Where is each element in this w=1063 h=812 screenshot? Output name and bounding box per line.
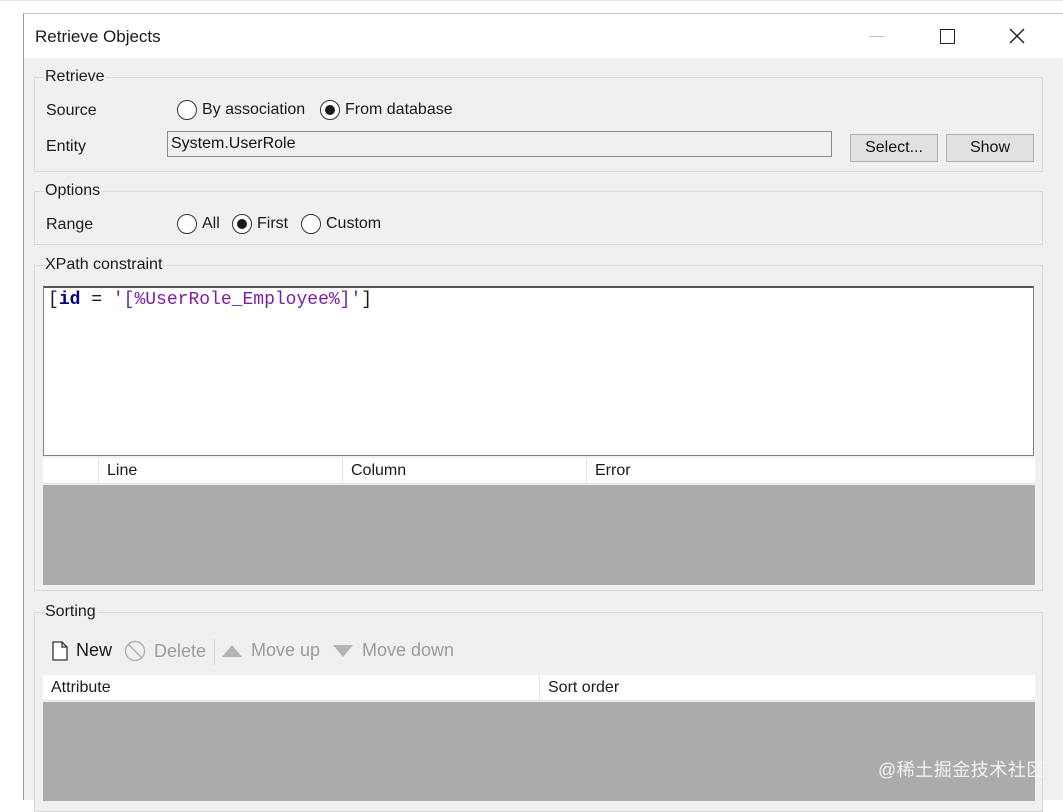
sort-list-header: Attribute Sort order [43, 675, 1035, 701]
move-down-label: Move down [362, 640, 455, 660]
xpath-token: = [80, 290, 113, 310]
delete-sort-button[interactable]: Delete [124, 640, 206, 662]
move-up-button[interactable]: Move up [221, 640, 320, 661]
minimize-button[interactable] [854, 14, 900, 58]
window-title: Retrieve Objects [35, 27, 161, 46]
triangle-down-icon [332, 644, 354, 658]
source-from-database-radio[interactable]: From database [320, 100, 453, 120]
delete-label: Delete [154, 640, 207, 661]
xpath-token: ' [350, 290, 362, 310]
radio-selected-dot [237, 219, 247, 229]
radio-label: From database [345, 101, 453, 118]
sort-column-attribute[interactable]: Attribute [43, 675, 539, 701]
radio-circle [232, 214, 252, 234]
radio-label: First [257, 215, 289, 232]
new-sort-button[interactable]: New [52, 640, 112, 661]
error-column-error[interactable]: Error [586, 458, 1035, 484]
error-column-line[interactable]: Line [98, 458, 342, 484]
entity-label: Entity [46, 138, 87, 155]
close-icon [1009, 28, 1025, 44]
toolbar-separator [214, 639, 215, 665]
error-column-column[interactable]: Column [342, 458, 586, 484]
watermark: @稀土掘金技术社区 [878, 760, 1045, 780]
range-all-radio[interactable]: All [177, 214, 220, 234]
retrieve-objects-dialog: Retrieve Objects Retrieve Source By asso… [23, 13, 1063, 812]
options-legend: Options [44, 182, 102, 200]
new-document-icon [52, 640, 68, 661]
move-down-button[interactable]: Move down [332, 640, 454, 661]
radio-circle [177, 214, 197, 234]
maximize-icon [939, 28, 955, 44]
retrieve-legend: Retrieve [44, 68, 106, 86]
radio-circle [301, 214, 321, 234]
xpath-token: ' [112, 290, 124, 310]
top-divider [0, 0, 1063, 1]
source-by-association-radio[interactable]: By association [177, 100, 305, 120]
radio-selected-dot [325, 105, 335, 115]
xpath-token: [ [48, 290, 59, 310]
sort-column-sort-order[interactable]: Sort order [539, 675, 1035, 701]
xpath-token: [%UserRole_Employee%] [123, 290, 351, 310]
delete-icon [124, 640, 146, 662]
range-custom-radio[interactable]: Custom [301, 214, 381, 234]
title-bar: Retrieve Objects [24, 14, 1063, 58]
sort-list-body [43, 702, 1035, 801]
radio-circle [320, 100, 340, 120]
error-list-body [43, 485, 1035, 585]
range-label: Range [46, 216, 94, 233]
maximize-button[interactable] [924, 14, 970, 58]
radio-circle [177, 100, 197, 120]
xpath-editor[interactable]: [id = '[%UserRole_Employee%]'] [43, 286, 1034, 456]
radio-label: Custom [326, 215, 382, 232]
source-label: Source [46, 102, 97, 119]
sorting-legend: Sorting [44, 603, 97, 621]
error-list-header: Line Column Error [43, 458, 1035, 484]
error-column-marker [43, 458, 98, 484]
select-entity-button[interactable]: Select... [850, 134, 938, 162]
radio-label: All [202, 215, 220, 232]
xpath-token: id [58, 290, 81, 310]
radio-label: By association [202, 101, 306, 118]
xpath-legend: XPath constraint [44, 256, 164, 274]
move-up-label: Move up [251, 640, 321, 660]
xpath-token: ] [361, 290, 373, 310]
new-label: New [76, 640, 113, 660]
show-entity-button[interactable]: Show [946, 134, 1034, 162]
minimize-icon [870, 35, 884, 37]
range-first-radio[interactable]: First [232, 214, 288, 234]
triangle-up-icon [221, 644, 243, 658]
close-button[interactable] [994, 14, 1040, 58]
entity-field[interactable]: System.UserRole [167, 131, 832, 157]
